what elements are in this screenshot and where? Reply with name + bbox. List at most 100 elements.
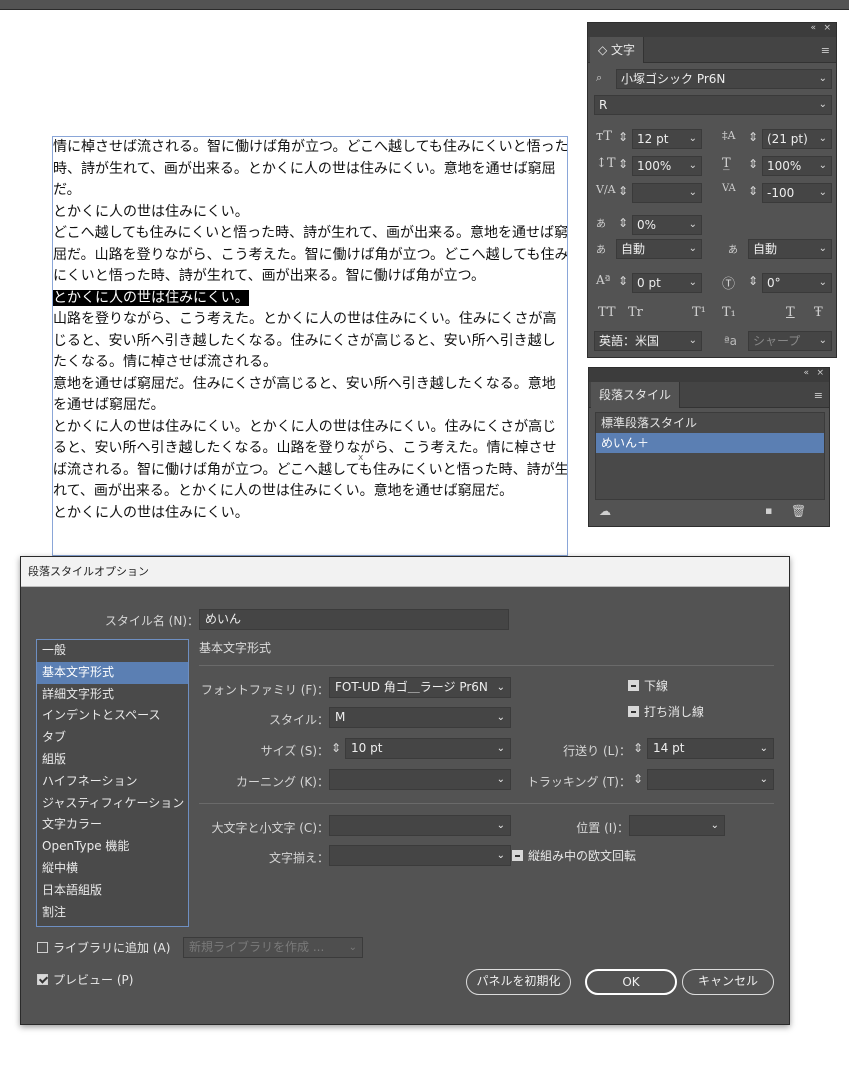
add-library-checkbox[interactable]: ライブラリに追加 (A) xyxy=(37,939,170,956)
size-field[interactable]: 10 pt ⌄ xyxy=(345,738,511,759)
tracking-field[interactable]: ⌄ xyxy=(647,769,774,790)
all-caps-button[interactable]: TT xyxy=(598,305,616,320)
small-caps-button[interactable]: Tr xyxy=(628,305,643,320)
category-item[interactable]: 詳細文字形式 xyxy=(37,684,188,706)
horizontal-scale-icon: T̲ xyxy=(722,156,731,171)
stepper-icon[interactable]: ⇕ xyxy=(331,741,341,755)
leading-field[interactable]: 14 pt ⌄ xyxy=(647,738,774,759)
paragraph-styles-panel: « × 段落スタイル ≡ 標準段落スタイル めいん＋ ☁ ▪ 🗑 xyxy=(588,367,830,527)
style-item-main[interactable]: めいん＋ xyxy=(596,433,824,453)
leading-field[interactable]: (21 pt) ⌄ xyxy=(762,129,832,149)
horizontal-scale-field[interactable]: 100% ⌄ xyxy=(762,156,832,176)
reset-panel-button[interactable]: パネルを初期化 xyxy=(466,969,571,995)
paragraph-3: どこへ越しても住みにくいと悟った時、詩が生れて、画が出来る。意地を通せば窮屈だ。… xyxy=(53,225,568,284)
stepper-icon[interactable]: ⇕ xyxy=(748,157,758,171)
category-item[interactable]: 縦中横 xyxy=(37,858,188,880)
superscript-button[interactable]: T¹ xyxy=(692,305,706,320)
underline-button[interactable]: T xyxy=(786,305,795,320)
chevron-down-icon: ⌄ xyxy=(496,743,505,754)
baseline-shift-field[interactable]: 0 pt ⌄ xyxy=(632,273,702,293)
text-frame[interactable]: 情に棹させば流される。智に働けば角が立つ。どこへ越しても住みにくいと悟った時、詩… xyxy=(52,136,568,556)
style-item-default[interactable]: 標準段落スタイル xyxy=(596,413,824,433)
underline-checkbox[interactable]: 下線 xyxy=(628,677,668,694)
tate-chu-yoko-checkbox[interactable]: 縦組み中の欧文回転 xyxy=(512,847,636,864)
category-item[interactable]: 一般 xyxy=(37,640,188,662)
align-select[interactable]: ⌄ xyxy=(329,845,511,866)
stepper-icon[interactable]: ⇕ xyxy=(618,130,628,144)
library-cloud-icon[interactable]: ☁ xyxy=(599,504,611,518)
chevron-down-icon: ⌄ xyxy=(496,712,505,723)
tracking-field[interactable]: -100 ⌄ xyxy=(762,183,832,203)
kerning-field[interactable]: ⌄ xyxy=(632,183,702,203)
chevron-down-icon: ⌄ xyxy=(496,850,505,861)
aki-after-select[interactable]: 自動 ⌄ xyxy=(748,239,832,259)
paragraph-style-list: 標準段落スタイル めいん＋ xyxy=(595,412,825,500)
close-icon[interactable]: × xyxy=(823,23,831,33)
font-family-select[interactable]: 小塚ゴシック Pr6N ⌄ xyxy=(616,69,832,89)
chevron-down-icon: ⌄ xyxy=(688,160,697,171)
panel-menu-icon[interactable]: ≡ xyxy=(814,389,823,402)
category-item[interactable]: 割注 xyxy=(37,902,188,924)
strikethrough-button[interactable]: Ŧ xyxy=(814,305,823,320)
tsume-field[interactable]: 0% ⌄ xyxy=(632,215,702,235)
cancel-button[interactable]: キャンセル xyxy=(682,969,774,995)
font-family-select[interactable]: FOT-UD 角ゴ＿ラージ Pr6N ⌄ xyxy=(329,677,511,698)
collapse-icon[interactable]: « xyxy=(810,23,816,33)
subscript-button[interactable]: T₁ xyxy=(722,305,736,320)
stepper-icon[interactable]: ⇕ xyxy=(618,216,628,230)
font-size-field[interactable]: 12 pt ⌄ xyxy=(632,129,702,149)
baseline-shift-icon: Aª xyxy=(596,273,611,287)
language-select[interactable]: 英語：米国 ⌄ xyxy=(594,331,702,351)
rotation-field[interactable]: 0° ⌄ xyxy=(762,273,832,293)
underline-label: 下線 xyxy=(644,679,669,693)
case-select[interactable]: ⌄ xyxy=(329,815,511,836)
category-item[interactable]: ハイフネーション xyxy=(37,771,188,793)
kerning-select[interactable]: ⌄ xyxy=(329,769,511,790)
category-item[interactable]: インデントとスペース xyxy=(37,705,188,727)
vertical-scale-value: 100% xyxy=(637,159,672,173)
close-icon[interactable]: × xyxy=(816,368,824,378)
aki-before-select[interactable]: 自動 ⌄ xyxy=(616,239,702,259)
trash-icon[interactable]: 🗑 xyxy=(791,504,806,518)
tab-character[interactable]: ◇ 文字 xyxy=(590,37,645,63)
baseline-shift-value: 0 pt xyxy=(637,276,661,290)
category-item[interactable]: OpenType 機能 xyxy=(37,836,188,858)
vertical-scale-icon: ↕T xyxy=(596,156,616,171)
stepper-icon[interactable]: ⇕ xyxy=(748,130,758,144)
story-text[interactable]: 情に棹させば流される。智に働けば角が立つ。どこへ越しても住みにくいと悟った時、詩… xyxy=(53,137,568,524)
font-style-select[interactable]: R ⌄ xyxy=(594,95,832,115)
collapse-icon[interactable]: « xyxy=(803,368,809,378)
tsume-icon: あ xyxy=(596,219,606,230)
category-item[interactable]: 文字カラー xyxy=(37,814,188,836)
position-select[interactable]: ⌄ xyxy=(629,815,725,836)
vertical-scale-field[interactable]: 100% ⌄ xyxy=(632,156,702,176)
stepper-icon[interactable]: ⇕ xyxy=(633,772,643,786)
style-select[interactable]: M ⌄ xyxy=(329,707,511,728)
chevron-down-icon: ⌄ xyxy=(496,820,505,831)
ok-button[interactable]: OK xyxy=(585,969,677,995)
tab-paragraph-styles[interactable]: 段落スタイル xyxy=(591,382,681,408)
stepper-icon[interactable]: ⇕ xyxy=(748,184,758,198)
style-name-input[interactable]: めいん xyxy=(199,609,509,630)
stepper-icon[interactable]: ⇕ xyxy=(618,274,628,288)
chevron-down-icon: ⌄ xyxy=(818,133,827,144)
stepper-icon[interactable]: ⇕ xyxy=(633,741,643,755)
stepper-icon[interactable]: ⇕ xyxy=(748,274,758,288)
category-item-basic-char[interactable]: 基本文字形式 xyxy=(37,661,188,684)
panel-menu-icon[interactable]: ≡ xyxy=(821,44,830,57)
antialias-select[interactable]: シャープ ⌄ xyxy=(748,331,832,351)
stepper-icon[interactable]: ⇕ xyxy=(618,157,628,171)
strikethrough-checkbox[interactable]: 打ち消し線 xyxy=(628,703,704,720)
paragraph-7: とかくに人の世は住みにくい。とかくに人の世は住みにくい。住みにくさが高じると、安… xyxy=(53,418,568,500)
category-item[interactable]: ジャスティフィケーション xyxy=(37,793,188,815)
panel-header: « × xyxy=(589,368,829,382)
library-select[interactable]: 新規ライブラリを作成 ... ⌄ xyxy=(183,937,363,958)
category-item[interactable]: タブ xyxy=(37,727,188,749)
category-item[interactable]: 組版 xyxy=(37,749,188,771)
category-item[interactable]: 日本語組版 xyxy=(37,880,188,902)
font-family-value: 小塚ゴシック Pr6N xyxy=(621,72,726,86)
preview-checkbox[interactable]: プレビュー (P) xyxy=(37,971,133,988)
chevron-down-icon: ⌄ xyxy=(688,219,697,230)
stepper-icon[interactable]: ⇕ xyxy=(618,184,628,198)
new-style-icon[interactable]: ▪ xyxy=(765,504,772,517)
